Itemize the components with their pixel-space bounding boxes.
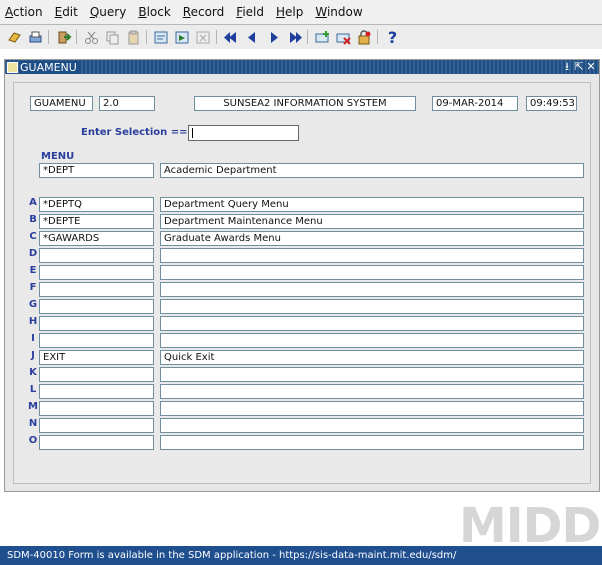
copy-icon[interactable] (103, 28, 122, 47)
option-letter: M (28, 401, 38, 412)
option-description-field[interactable] (160, 435, 584, 450)
cut-icon[interactable] (82, 28, 101, 47)
option-letter: N (28, 418, 38, 429)
option-letter: E (29, 265, 37, 276)
toolbar-separator (48, 30, 49, 44)
time-field[interactable]: 09:49:53 (526, 96, 577, 111)
option-description-field[interactable]: Department Maintenance Menu (160, 214, 584, 229)
lock-record-icon[interactable] (355, 28, 374, 47)
help-icon[interactable]: ? (383, 28, 402, 47)
form-icon (7, 61, 18, 73)
menu-code-field[interactable]: *DEPT (39, 163, 154, 178)
toolbar: ? (0, 25, 602, 49)
paste-icon[interactable] (124, 28, 143, 47)
menu-record[interactable]: Record (177, 5, 230, 19)
option-code-field[interactable] (39, 248, 154, 263)
form-panel: GUAMENU 2.0 SUNSEA2 INFORMATION SYSTEM 0… (13, 82, 591, 484)
enter-selection-label: Enter Selection ==> (81, 127, 196, 138)
window-titlebar[interactable]: GUAMENU ⭳ ⇱ ✕ (5, 60, 599, 74)
option-description-field[interactable] (160, 265, 584, 280)
option-description-field[interactable]: Department Query Menu (160, 197, 584, 212)
option-description-field[interactable] (160, 367, 584, 382)
insert-record-icon[interactable] (313, 28, 332, 47)
last-record-icon[interactable] (285, 28, 304, 47)
option-code-field[interactable]: *DEPTE (39, 214, 154, 229)
option-letter: D (28, 248, 38, 259)
menu-description-field[interactable]: Academic Department (160, 163, 584, 178)
option-description-field[interactable] (160, 401, 584, 416)
option-code-field[interactable]: *GAWARDS (39, 231, 154, 246)
option-description-field[interactable] (160, 418, 584, 433)
option-description-field[interactable] (160, 299, 584, 314)
next-record-icon[interactable] (264, 28, 283, 47)
menu-field[interactable]: Field (230, 5, 270, 19)
option-code-field[interactable] (39, 418, 154, 433)
option-description-field[interactable] (160, 282, 584, 297)
option-code-field[interactable] (39, 299, 154, 314)
maximize-icon[interactable]: ⇱ (573, 60, 585, 74)
menu-window[interactable]: Window (309, 5, 368, 19)
option-letter: A (29, 197, 37, 208)
option-letter: F (29, 282, 37, 293)
toolbar-separator (377, 30, 378, 44)
option-description-field[interactable] (160, 316, 584, 331)
status-bar: SDM-40010 Form is available in the SDM a… (0, 546, 602, 565)
form-window: GUAMENU ⭳ ⇱ ✕ GUAMENU 2.0 SUNSEA2 INFORM… (4, 59, 600, 492)
save-icon[interactable] (5, 28, 24, 47)
window-title: GUAMENU (20, 60, 81, 74)
option-description-field[interactable] (160, 248, 584, 263)
toolbar-separator (146, 30, 147, 44)
option-letter: K (29, 367, 37, 378)
menu-block[interactable]: Block (132, 5, 176, 19)
option-code-field[interactable] (39, 265, 154, 280)
menu-label: MENU (41, 151, 75, 162)
option-letter: L (29, 384, 37, 395)
option-description-field[interactable] (160, 333, 584, 348)
enter-query-icon[interactable] (152, 28, 171, 47)
option-letter: C (29, 231, 37, 242)
text-cursor (192, 128, 193, 138)
option-description-field[interactable] (160, 384, 584, 399)
minimize-icon[interactable]: ⭳ (561, 60, 573, 74)
menu-query[interactable]: Query (84, 5, 132, 19)
menu-help[interactable]: Help (270, 5, 309, 19)
option-letter: G (28, 299, 38, 310)
previous-record-icon[interactable] (243, 28, 262, 47)
option-letter: J (31, 350, 35, 361)
option-code-field[interactable] (39, 367, 154, 382)
option-code-field[interactable] (39, 282, 154, 297)
print-icon[interactable] (26, 28, 45, 47)
option-letter: B (29, 214, 37, 225)
cancel-query-icon[interactable] (194, 28, 213, 47)
option-description-field[interactable]: Quick Exit (160, 350, 584, 365)
first-record-icon[interactable] (222, 28, 241, 47)
menu-action[interactable]: Action (5, 5, 49, 19)
option-code-field[interactable]: *DEPTQ (39, 197, 154, 212)
toolbar-separator (76, 30, 77, 44)
option-code-field[interactable] (39, 435, 154, 450)
option-code-field[interactable] (39, 316, 154, 331)
execute-query-icon[interactable] (173, 28, 192, 47)
option-code-field[interactable] (39, 333, 154, 348)
form-name-field[interactable]: GUAMENU (30, 96, 93, 111)
version-field[interactable]: 2.0 (99, 96, 155, 111)
toolbar-separator (307, 30, 308, 44)
option-letter: I (31, 333, 35, 344)
system-name-field[interactable]: SUNSEA2 INFORMATION SYSTEM (194, 96, 416, 111)
delete-record-icon[interactable] (334, 28, 353, 47)
exit-icon[interactable] (54, 28, 73, 47)
option-description-field[interactable]: Graduate Awards Menu (160, 231, 584, 246)
option-code-field[interactable]: EXIT (39, 350, 154, 365)
menu-edit[interactable]: Edit (49, 5, 84, 19)
option-letter: O (28, 435, 38, 446)
enter-selection-input[interactable] (188, 125, 299, 141)
date-field[interactable]: 09-MAR-2014 (432, 96, 518, 111)
toolbar-separator (216, 30, 217, 44)
close-icon[interactable]: ✕ (585, 60, 597, 74)
option-code-field[interactable] (39, 401, 154, 416)
option-code-field[interactable] (39, 384, 154, 399)
option-letter: H (28, 316, 38, 327)
menu-bar: Action Edit Query Block Record Field Hel… (0, 0, 602, 25)
